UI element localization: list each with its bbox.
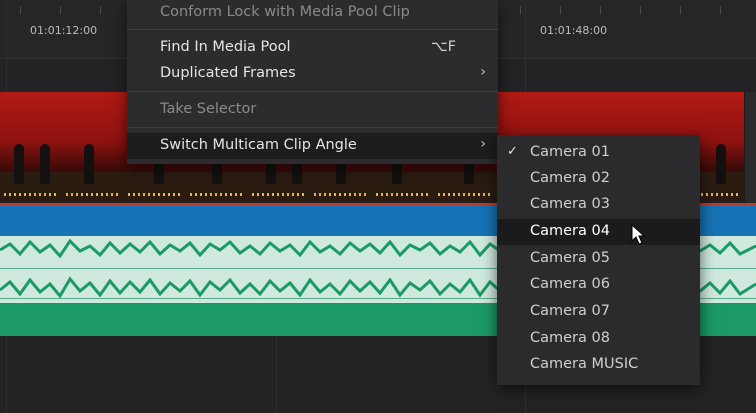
ruler-tick: [680, 6, 681, 14]
menu-separator: [127, 91, 498, 92]
angle-item-camera-06[interactable]: Camera 06: [497, 272, 700, 298]
angle-item-camera-08[interactable]: Camera 08: [497, 326, 700, 352]
menu-item-switch-multicam-angle[interactable]: Switch Multicam Clip Angle ›: [127, 133, 498, 159]
angle-item-camera-03[interactable]: Camera 03: [497, 192, 700, 218]
timecode-label: 01:01:48:00: [540, 24, 608, 37]
angle-item-label: Camera 01: [530, 144, 610, 160]
menu-separator: [127, 127, 498, 128]
ruler-tick: [720, 6, 721, 14]
angle-item-label: Camera 02: [530, 170, 610, 186]
angle-item-camera-02[interactable]: Camera 02: [497, 166, 700, 192]
timecode-label: 01:01:12:00: [30, 24, 98, 37]
angle-item-label: Camera 03: [530, 196, 610, 212]
context-menu: Conform Lock with Media Pool Clip Find I…: [127, 0, 498, 164]
angle-item-label: Camera 07: [530, 303, 610, 319]
menu-item-duplicated-frames[interactable]: Duplicated Frames ›: [127, 61, 498, 87]
shortcut-label: ⌥F: [430, 39, 456, 55]
ruler-tick: [640, 6, 641, 14]
angle-item-label: Camera 05: [530, 250, 610, 266]
mouse-pointer-icon: [631, 224, 646, 245]
menu-item-label: Take Selector: [160, 101, 257, 117]
menu-separator: [127, 29, 498, 30]
ruler-tick: [60, 6, 61, 14]
menu-item-find-in-media-pool[interactable]: Find In Media Pool ⌥F: [127, 35, 498, 61]
menu-item-label: Find In Media Pool: [160, 39, 291, 55]
thumbnail-frame: [62, 92, 125, 202]
angle-item-label: Camera 04: [530, 223, 610, 239]
chevron-right-icon: ›: [480, 136, 486, 152]
ruler-tick: [520, 6, 521, 14]
chevron-right-icon: ›: [480, 64, 486, 80]
checkmark-icon: ✓: [507, 144, 518, 159]
angle-item-label: Camera MUSIC: [530, 356, 639, 372]
menu-item-label: Conform Lock with Media Pool Clip: [160, 4, 410, 20]
thumbnail-frame: [0, 92, 63, 202]
ruler-tick: [600, 6, 601, 14]
menu-item-label: Switch Multicam Clip Angle: [160, 137, 357, 153]
ruler-tick: [20, 6, 21, 14]
angle-item-camera-music[interactable]: Camera MUSIC: [497, 352, 700, 378]
angle-item-camera-01[interactable]: ✓ Camera 01: [497, 140, 700, 166]
ruler-tick: [100, 6, 101, 14]
angle-item-camera-07[interactable]: Camera 07: [497, 299, 700, 325]
menu-item-take-selector[interactable]: Take Selector: [127, 97, 498, 123]
angle-item-label: Camera 06: [530, 276, 610, 292]
menu-item-conform-lock[interactable]: Conform Lock with Media Pool Clip: [127, 0, 498, 26]
ruler-tick: [560, 6, 561, 14]
angle-item-camera-04[interactable]: Camera 04: [497, 219, 700, 245]
multicam-angle-submenu: ✓ Camera 01 Camera 02 Camera 03 Camera 0…: [497, 135, 700, 385]
angle-item-camera-05[interactable]: Camera 05: [497, 246, 700, 272]
angle-item-label: Camera 08: [530, 330, 610, 346]
menu-item-label: Duplicated Frames: [160, 65, 296, 81]
